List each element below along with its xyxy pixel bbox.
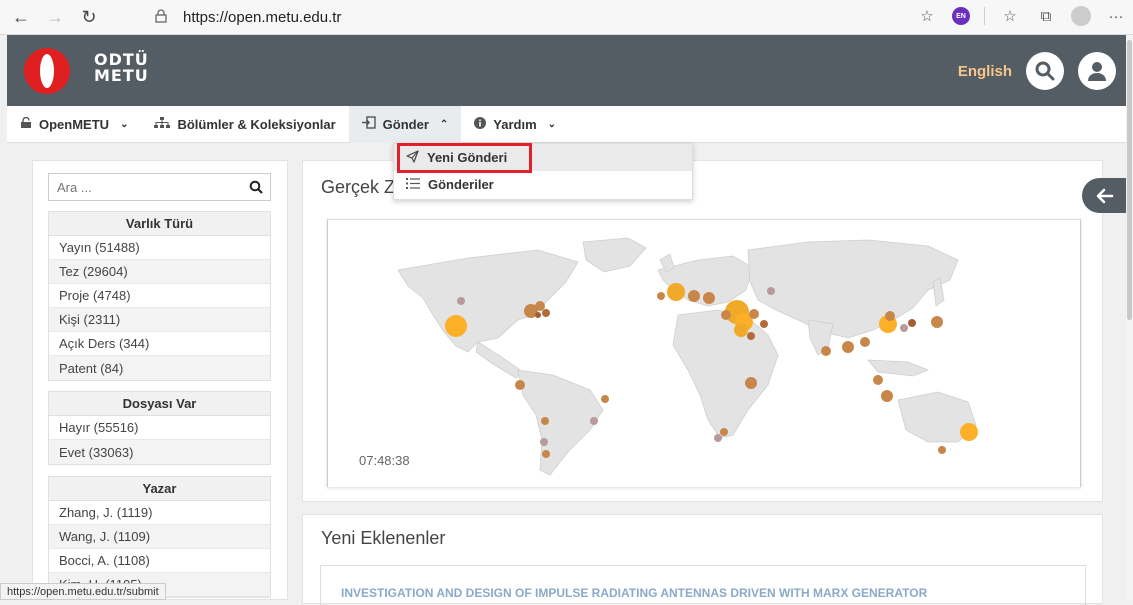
nav-departments-label: Bölümler & Koleksiyonlar — [177, 116, 336, 132]
recent-item-link[interactable]: INVESTIGATION AND DESIGN OF IMPULSE RADI… — [341, 586, 927, 600]
search-icon — [1035, 61, 1055, 81]
search-input[interactable] — [49, 179, 242, 195]
facet-author: Yazar Zhang, J. (1119) Wang, J. (1109) B… — [48, 476, 271, 598]
nav-help[interactable]: Yardım ⌄ — [461, 106, 569, 143]
arrow-left-icon — [1096, 188, 1113, 203]
sitemap-icon — [154, 116, 171, 132]
collapse-sidebar-button[interactable] — [1082, 178, 1127, 213]
reload-icon[interactable]: ↻ — [76, 4, 102, 30]
scrollbar-thumb[interactable] — [1127, 40, 1132, 320]
collections-icon[interactable]: ⧉ — [1035, 5, 1057, 27]
url-text: https://open.metu.edu.tr — [183, 9, 342, 26]
nav-submit[interactable]: Gönder ⌃ — [348, 105, 462, 143]
menu-item-submissions[interactable]: Gönderiler — [394, 171, 692, 198]
nav-departments[interactable]: Bölümler & Koleksiyonlar — [141, 106, 348, 143]
sidebar: Varlık Türü Yayın (51488) Tez (29604) Pr… — [32, 160, 288, 600]
facet-item[interactable]: Proje (4748) — [49, 284, 270, 308]
recent-item-card: INVESTIGATION AND DESIGN OF IMPULSE RADI… — [320, 565, 1086, 605]
facet-entity-type: Varlık Türü Yayın (51488) Tez (29604) Pr… — [48, 211, 271, 381]
world-map-graphic — [397, 237, 978, 476]
facet-item[interactable]: Evet (33063) — [49, 440, 270, 464]
chevron-up-icon: ⌃ — [439, 118, 449, 130]
logo-text[interactable]: ODTÜ METU — [94, 52, 149, 84]
browser-toolbar: ← → ↻ https://open.metu.edu.tr ☆ EN ☆ ⧉ … — [0, 0, 1133, 35]
nav-openmetu[interactable]: OpenMETU ⌄ — [7, 106, 141, 143]
realtime-map-panel: Gerçek Zamanlı 07:48:38 — [302, 160, 1103, 502]
info-icon — [474, 116, 487, 132]
submit-icon — [361, 116, 376, 132]
facet-item[interactable]: Wang, J. (1109) — [49, 525, 270, 549]
facet-title: Yazar — [49, 477, 270, 501]
facet-item[interactable]: Tez (29604) — [49, 260, 270, 284]
facet-item[interactable]: Yayın (51488) — [49, 236, 270, 260]
sidebar-search — [48, 173, 271, 201]
favorites-icon[interactable]: ☆ — [999, 5, 1021, 27]
highlight-annotation — [397, 143, 532, 173]
nav-submit-label: Gönder — [382, 116, 429, 132]
nav-help-label: Yardım — [493, 116, 537, 132]
menu-item-label: Gönderiler — [428, 177, 494, 192]
search-button[interactable] — [1026, 52, 1064, 90]
chevron-down-icon: ⌄ — [547, 118, 557, 130]
facet-title: Dosyası Var — [49, 392, 270, 416]
favorite-star-icon[interactable]: ☆ — [916, 5, 938, 27]
facet-list: Hayır (55516) Evet (33063) — [49, 416, 270, 464]
site-header: ODTÜ METU English — [7, 35, 1126, 106]
language-switch[interactable]: English — [958, 63, 1012, 80]
facet-list: Yayın (51488) Tez (29604) Proje (4748) K… — [49, 236, 270, 380]
list-icon — [406, 177, 420, 192]
recent-items-panel: Yeni Eklenenler INVESTIGATION AND DESIGN… — [302, 514, 1103, 605]
search-submit-button[interactable] — [242, 180, 270, 194]
main-navbar: OpenMETU ⌄ Bölümler & Koleksiyonlar Gönd… — [7, 105, 1126, 143]
logo-line-2: METU — [94, 66, 149, 85]
user-button[interactable] — [1078, 52, 1116, 90]
forward-arrow-icon[interactable]: → — [42, 4, 68, 30]
facet-item[interactable]: Zhang, J. (1119) — [49, 501, 270, 525]
back-arrow-icon[interactable]: ← — [8, 4, 34, 30]
chevron-down-icon: ⌄ — [120, 118, 129, 130]
address-bar[interactable]: https://open.metu.edu.tr — [155, 5, 885, 30]
facet-has-file: Dosyası Var Hayır (55516) Evet (33063) — [48, 391, 271, 465]
recent-items-title: Yeni Eklenenler — [321, 528, 446, 548]
facet-title: Varlık Türü — [49, 212, 270, 236]
nav-openmetu-label: OpenMETU — [39, 116, 110, 132]
more-menu-icon[interactable]: ··· — [1105, 5, 1127, 27]
facet-item[interactable]: Bocci, A. (1108) — [49, 549, 270, 573]
lock-icon — [155, 9, 175, 26]
toolbar-divider — [984, 7, 985, 25]
facet-item[interactable]: Patent (84) — [49, 356, 270, 380]
profile-avatar[interactable] — [1071, 6, 1091, 26]
facet-item[interactable]: Açık Ders (344) — [49, 332, 270, 356]
facet-item[interactable]: Hayır (55516) — [49, 416, 270, 440]
user-icon — [1088, 62, 1106, 81]
browser-status-bar: https://open.metu.edu.tr/submit — [0, 583, 166, 600]
language-extension-icon[interactable]: EN — [952, 7, 970, 25]
search-icon — [249, 180, 263, 194]
map-clock: 07:48:38 — [359, 453, 410, 468]
metu-logo[interactable] — [24, 48, 70, 94]
unlock-icon — [20, 116, 32, 132]
facet-item[interactable]: Kişi (2311) — [49, 308, 270, 332]
world-map[interactable] — [327, 219, 1081, 487]
